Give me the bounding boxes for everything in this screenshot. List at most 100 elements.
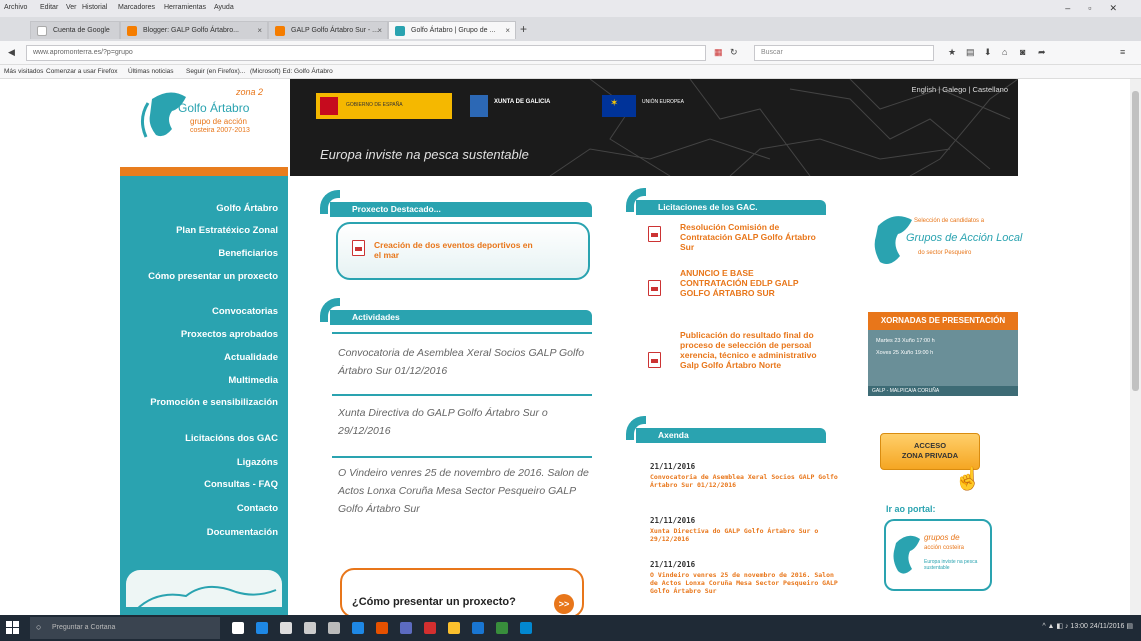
language-switcher[interactable]: English | Galego | Castellano bbox=[912, 85, 1008, 94]
edge-icon[interactable] bbox=[256, 622, 268, 634]
tab-blogger[interactable]: Blogger: GALP Golfo Ártabro... × bbox=[120, 21, 268, 39]
star-icon[interactable]: ★ bbox=[948, 47, 956, 58]
minimize-icon[interactable]: – bbox=[1065, 3, 1088, 13]
scrollbar-thumb[interactable] bbox=[1132, 91, 1139, 391]
sidebar-item-faq[interactable]: Consultas - FAQ bbox=[128, 478, 278, 491]
sidebar-item-documentacion[interactable]: Documentación bbox=[128, 526, 278, 539]
sidebar-item-como-presentar[interactable]: Cómo presentar un proxecto bbox=[128, 270, 278, 283]
featured-project-link[interactable]: Creación de dos eventos deportivos en el… bbox=[374, 240, 534, 260]
gal-selection-banner[interactable]: Selección de candidatos a Grupos de Acci… bbox=[868, 206, 1022, 286]
how-to-apply-box[interactable]: ¿Cómo presentar un proxecto? >> bbox=[340, 568, 584, 618]
explorer-icon[interactable] bbox=[280, 622, 292, 634]
site-favicon bbox=[395, 26, 405, 36]
blogger-favicon bbox=[275, 26, 285, 36]
sidebar-item-convocatorias[interactable]: Convocatorias bbox=[128, 305, 278, 318]
gal-line-2: Grupos de Acción Local bbox=[906, 232, 1023, 244]
xornadas-banner[interactable]: XORNADAS DE PRESENTACIÓN Martes 23 Xuño … bbox=[868, 312, 1018, 396]
bookmark-follow[interactable]: Seguir (en Firefox)... bbox=[186, 68, 245, 75]
firefox-icon[interactable] bbox=[376, 622, 388, 634]
notifications-icon[interactable]: ▤ bbox=[1126, 623, 1133, 630]
tab-golfo-artabro[interactable]: Golfo Ártabro | Grupo de ... × bbox=[388, 21, 516, 39]
site-logo[interactable]: zona 2 Golfo Ártabro grupo de acción cos… bbox=[120, 79, 288, 176]
taskbar-search[interactable]: ○ Preguntar a Cortana bbox=[30, 617, 220, 639]
sidebar-item-ligazons[interactable]: Ligazóns bbox=[128, 456, 278, 469]
pdf-icon bbox=[352, 240, 365, 256]
task-view-icon[interactable] bbox=[232, 622, 244, 634]
bookmarks-icon[interactable]: ▤ bbox=[966, 47, 975, 58]
close-tab-icon[interactable]: × bbox=[257, 26, 262, 35]
licitacion-item-2[interactable]: ANUNCIO E BASE CONTRATACIÓN EDLP GALP GO… bbox=[680, 268, 820, 298]
portal-link-box[interactable]: grupos de acción costeira Europa inviste… bbox=[884, 519, 992, 591]
menu-editar[interactable]: Editar bbox=[40, 4, 58, 11]
chrome-icon[interactable] bbox=[352, 622, 364, 634]
menu-herramientas[interactable]: Herramientas bbox=[164, 4, 206, 11]
sidebar-map-image[interactable] bbox=[126, 570, 282, 611]
menu-historial[interactable]: Historial bbox=[82, 4, 107, 11]
sidebar-nav: Golfo Ártabro Plan Estratéxico Zonal Ben… bbox=[120, 176, 288, 615]
search-placeholder: Buscar bbox=[761, 49, 783, 56]
agenda-date-2: 21/11/2016 bbox=[650, 516, 696, 525]
private-zone-line-2: ZONA PRIVADA bbox=[901, 451, 959, 460]
actividade-item-3[interactable]: O Vindeiro venres 25 de novembro de 2016… bbox=[338, 464, 592, 518]
featured-project-box[interactable]: Creación de dos eventos deportivos en el… bbox=[336, 222, 590, 280]
page-scrollbar[interactable] bbox=[1130, 79, 1141, 615]
menu-archivo[interactable]: Archivo bbox=[4, 4, 27, 11]
licitacion-item-3[interactable]: Publicación do resultado final do proces… bbox=[680, 330, 830, 370]
back-icon[interactable]: ◀ bbox=[8, 47, 15, 58]
gal-line-1: Selección de candidatos a bbox=[914, 218, 985, 224]
close-tab-icon[interactable]: × bbox=[505, 26, 510, 35]
close-tab-icon[interactable]: × bbox=[377, 26, 382, 35]
bookmark-golfo[interactable]: (Microsoft) Ed: Golfo Ártabro bbox=[250, 68, 333, 75]
sidebar-item-licitacions[interactable]: Licitacións dos GAC bbox=[128, 432, 278, 445]
app-icon[interactable] bbox=[400, 622, 412, 634]
agenda-text-1[interactable]: Convocatoria de Asemblea Xeral Socios GA… bbox=[650, 473, 840, 489]
acrobat-icon[interactable] bbox=[424, 622, 436, 634]
agenda-text-3[interactable]: O Vindeiro venres 25 de novembro de 2016… bbox=[650, 571, 840, 595]
bookmark-news[interactable]: Últimas noticias bbox=[128, 68, 174, 75]
sidebar-item-actualidade[interactable]: Actualidade bbox=[128, 351, 278, 364]
store-icon[interactable] bbox=[304, 622, 316, 634]
menu-ver[interactable]: Ver bbox=[66, 4, 77, 11]
system-tray[interactable]: ^ ▲ ◧ ♪ 13:00 24/11/2016 ▤ bbox=[1042, 622, 1133, 630]
download-icon[interactable]: ⬇ bbox=[984, 47, 992, 58]
actividade-item-1[interactable]: Convocatoria de Asemblea Xeral Socios GA… bbox=[338, 344, 592, 380]
tab-galp-sur[interactable]: GALP Golfo Ártabro Sur - ... × bbox=[268, 21, 388, 39]
windows-start-icon[interactable] bbox=[6, 621, 19, 634]
sidebar-item-contacto[interactable]: Contacto bbox=[128, 502, 278, 515]
tab-google-account[interactable]: Cuenta de Google bbox=[30, 21, 120, 39]
home-icon[interactable]: ⌂ bbox=[1002, 47, 1007, 57]
photos-icon[interactable] bbox=[520, 622, 532, 634]
sidebar-item-proxectos[interactable]: Proxectos aprobados bbox=[128, 328, 278, 341]
gal-line-3: do sector Pesqueiro bbox=[918, 250, 972, 256]
private-zone-button[interactable]: ACCESO ZONA PRIVADA bbox=[880, 433, 980, 470]
menu-marcadores[interactable]: Marcadores bbox=[118, 4, 155, 11]
bookmark-getting-started[interactable]: Comenzar a usar Firefox bbox=[46, 68, 118, 75]
how-to-apply-arrow-button[interactable]: >> bbox=[554, 594, 574, 614]
agenda-text-2[interactable]: Xunta Directiva do GALP Golfo Ártabro Su… bbox=[650, 527, 840, 543]
actividades-header: Actividades bbox=[330, 310, 592, 325]
licitacion-item-1[interactable]: Resolución Comisión de Contratación GALP… bbox=[680, 222, 830, 252]
reload-icon[interactable]: ↻ bbox=[730, 47, 738, 58]
folder-icon[interactable] bbox=[448, 622, 460, 634]
sidebar-item-golfo-artabro[interactable]: Golfo Ártabro bbox=[128, 202, 278, 215]
menu-ayuda[interactable]: Ayuda bbox=[214, 4, 234, 11]
search-field[interactable]: Buscar bbox=[754, 45, 934, 61]
close-icon[interactable]: ✕ bbox=[1109, 3, 1135, 13]
reader-icon[interactable]: ▦ bbox=[714, 47, 723, 58]
maximize-icon[interactable]: ▫ bbox=[1088, 3, 1109, 13]
menu-icon[interactable]: ≡ bbox=[1120, 47, 1125, 57]
sidebar-item-plan[interactable]: Plan Estratéxico Zonal bbox=[128, 224, 278, 237]
tab-strip: Cuenta de Google Blogger: GALP Golfo Árt… bbox=[0, 17, 1141, 41]
new-tab-button[interactable]: + bbox=[520, 22, 527, 36]
bookmark-most-visited[interactable]: Más visitados bbox=[4, 68, 43, 75]
sidebar-item-multimedia[interactable]: Multimedia bbox=[128, 374, 278, 387]
mail-icon[interactable] bbox=[328, 622, 340, 634]
excel-icon[interactable] bbox=[496, 622, 508, 634]
sidebar-item-beneficiarios[interactable]: Beneficiarios bbox=[128, 247, 278, 260]
sidebar-item-promocion[interactable]: Promoción e sensibilización bbox=[128, 396, 278, 409]
url-bar[interactable]: www.apromonterra.es/?p=grupo bbox=[26, 45, 706, 61]
pocket-icon[interactable]: ◙ bbox=[1020, 47, 1025, 57]
word-icon[interactable] bbox=[472, 622, 484, 634]
share-icon[interactable]: ➦ bbox=[1038, 47, 1046, 58]
actividade-item-2[interactable]: Xunta Directiva do GALP Golfo Ártabro Su… bbox=[338, 404, 592, 440]
